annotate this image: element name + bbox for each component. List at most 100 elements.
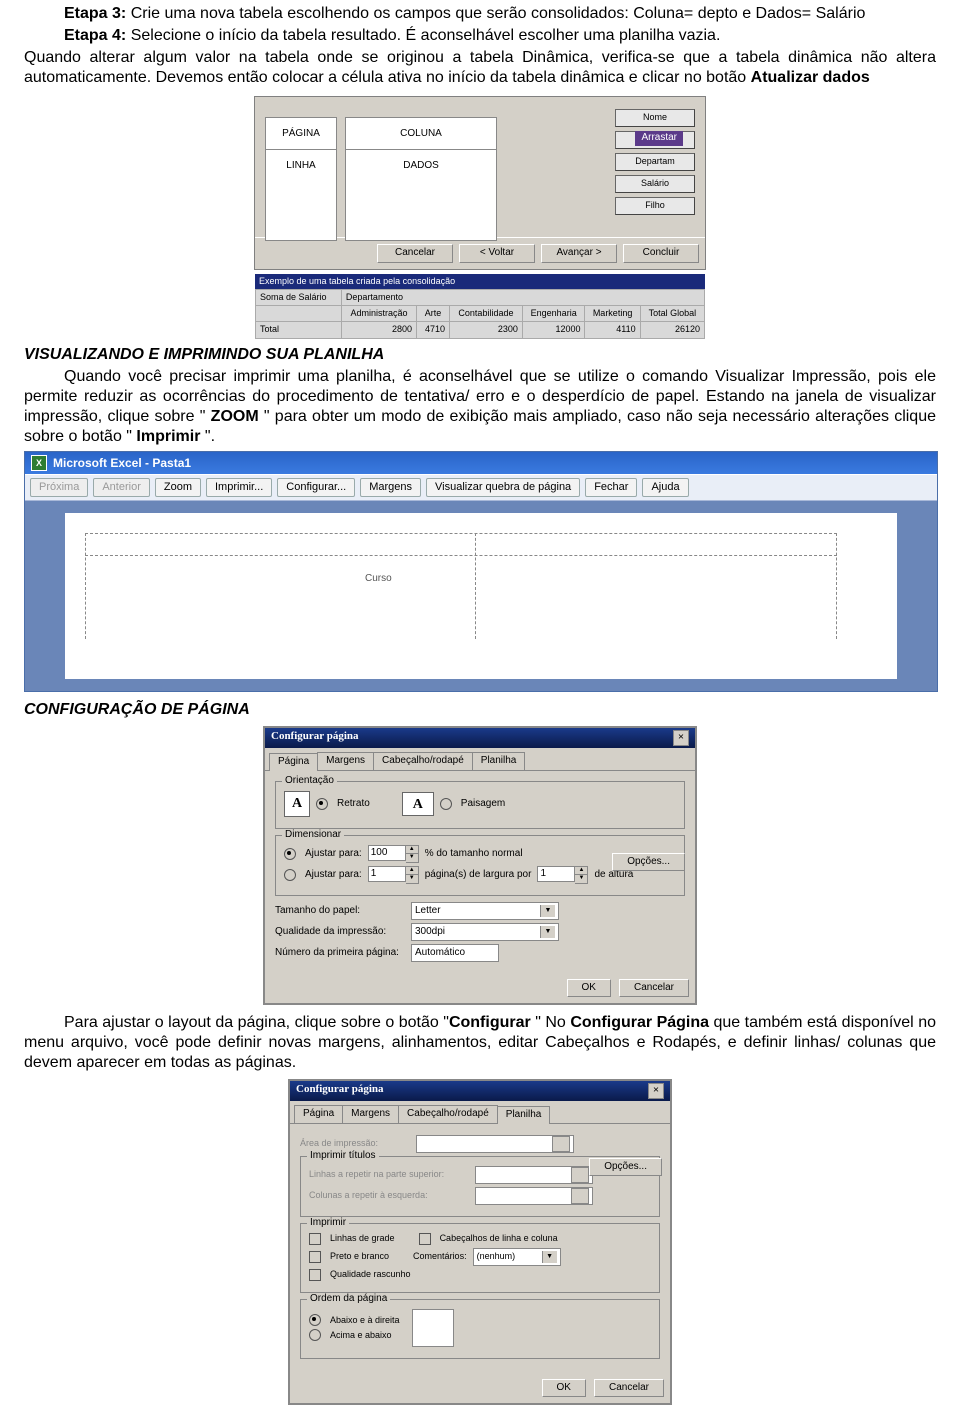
radio-retrato[interactable] (316, 798, 328, 810)
etapa4: Etapa 4: Selecione o início da tabela re… (24, 26, 936, 46)
page-order-icon (412, 1309, 454, 1347)
h-mkt: Marketing (585, 306, 640, 322)
h-admin: Administração (341, 306, 416, 322)
range-picker-icon-3[interactable] (571, 1188, 589, 1204)
rows-top-input[interactable] (475, 1166, 593, 1184)
h-eng: Engenharia (522, 306, 585, 322)
options-button[interactable]: Opções... (612, 853, 685, 872)
close-icon-2[interactable]: × (648, 1083, 664, 1099)
tab2-cabecalho[interactable]: Cabeçalho/rodapé (398, 1105, 498, 1123)
adjust-suffix: % do tamanho normal (425, 848, 523, 861)
curso-text: Curso (365, 573, 392, 586)
field-salario[interactable]: Salário (615, 175, 695, 193)
comments-select[interactable]: (nenhum)▼ (473, 1248, 561, 1266)
cfg-title: CONFIGURAÇÃO DE PÁGINA (24, 700, 936, 720)
landscape-icon: A (402, 792, 434, 816)
page-setup-dialog-2: Configurar página × Página Margens Cabeç… (288, 1079, 672, 1405)
area-input[interactable] (416, 1135, 574, 1153)
chk-grid[interactable] (309, 1233, 321, 1245)
tab-pagina[interactable]: Página (269, 753, 318, 771)
vis-body: Quando você precisar imprimir uma planil… (24, 367, 936, 447)
zone-row[interactable]: LINHA (265, 149, 337, 241)
btn-proxima[interactable]: Próxima (30, 478, 88, 498)
range-picker-icon-2[interactable] (571, 1167, 589, 1183)
ok-button[interactable]: OK (567, 979, 611, 998)
row-label: Soma de Salário (256, 289, 342, 305)
comments-label: Comentários: (413, 1251, 467, 1262)
spinner-icon-2[interactable]: ▲▼ (406, 866, 419, 884)
quality-select[interactable]: 300dpi▼ (411, 923, 559, 941)
spinner-icon[interactable]: ▲▼ (406, 845, 419, 863)
quality-label: Qualidade da impressão: (275, 926, 405, 939)
radio-fit[interactable] (284, 869, 296, 881)
consolidation-example: Exemplo de uma tabela criada pela consol… (255, 274, 705, 339)
adjust-value[interactable] (368, 845, 406, 861)
tab-margens[interactable]: Margens (317, 752, 374, 770)
cols-left-input[interactable] (475, 1187, 593, 1205)
radio-adjust[interactable] (284, 848, 296, 860)
etapa3-rest: Crie uma nova tabela escolhendo os campo… (126, 5, 865, 22)
field-nome[interactable]: Nome (615, 109, 695, 127)
options-button-2[interactable]: Opções... (589, 1158, 662, 1177)
h-total: Total Global (640, 306, 704, 322)
btn-anterior[interactable]: Anterior (93, 478, 150, 498)
tab-planilha[interactable]: Planilha (472, 752, 526, 770)
v5: 26120 (640, 322, 704, 338)
excel-icon: X (31, 455, 47, 471)
cancel-button-2[interactable]: Cancelar (619, 979, 689, 998)
cfg-b-d: Configurar Página (570, 1014, 709, 1031)
v4: 4110 (585, 322, 640, 338)
cfg2-title: Configurar página (296, 1083, 384, 1099)
btn-zoom[interactable]: Zoom (155, 478, 201, 498)
btn-imprimir[interactable]: Imprimir... (206, 478, 272, 498)
btn-quebra[interactable]: Visualizar quebra de página (426, 478, 580, 498)
v2: 2300 (450, 322, 523, 338)
next-button[interactable]: Avançar > (541, 244, 617, 263)
tab2-pagina[interactable]: Página (294, 1105, 343, 1123)
fit-h[interactable] (537, 866, 575, 882)
cancel-button[interactable]: Cancelar (377, 244, 453, 263)
h-arte: Arte (417, 306, 450, 322)
cfg-b-c: " No (531, 1014, 571, 1031)
radio-paisagem[interactable] (440, 798, 452, 810)
range-picker-icon[interactable] (552, 1136, 570, 1152)
field-filho[interactable]: Filho (615, 197, 695, 215)
preview-area[interactable]: Curso (25, 501, 937, 691)
h-cont: Contabilidade (450, 306, 523, 322)
row-sub: Departamento (341, 289, 704, 305)
v3: 12000 (522, 322, 585, 338)
finish-button[interactable]: Concluir (623, 244, 699, 263)
tab2-margens[interactable]: Margens (342, 1105, 399, 1123)
scale-group: Dimensionar (282, 829, 344, 842)
preview-toolbar: Próxima Anterior Zoom Imprimir... Config… (25, 474, 937, 502)
back-button[interactable]: < Voltar (459, 244, 535, 263)
tab-cabecalho[interactable]: Cabeçalho/rodapé (373, 752, 473, 770)
v1: 4710 (417, 322, 450, 338)
order-down: Abaixo e à direita (330, 1315, 400, 1326)
chk-bw[interactable] (309, 1251, 321, 1263)
radio-down[interactable] (309, 1314, 321, 1326)
btn-ajuda[interactable]: Ajuda (642, 478, 688, 498)
tab2-planilha[interactable]: Planilha (497, 1106, 551, 1124)
btn-margens[interactable]: Margens (360, 478, 421, 498)
chevron-down-icon: ▼ (540, 905, 555, 917)
vis-b3: ". (200, 428, 215, 445)
paper-select[interactable]: Letter▼ (411, 902, 559, 920)
btn-configurar[interactable]: Configurar... (277, 478, 355, 498)
firstpg-input[interactable]: Automático (411, 944, 499, 962)
fit-w[interactable] (368, 866, 406, 882)
spinner-icon-3[interactable]: ▲▼ (575, 866, 588, 884)
close-icon[interactable]: × (673, 730, 689, 746)
field-departam[interactable]: Departam (615, 153, 695, 171)
body-p1: Quando alterar algum valor na tabela ond… (24, 48, 936, 88)
cancel-button-3[interactable]: Cancelar (594, 1379, 664, 1398)
zone-data[interactable]: DADOS (345, 149, 497, 241)
ok-button-2[interactable]: OK (542, 1379, 586, 1398)
chevron-down-icon-3: ▼ (542, 1251, 557, 1263)
btn-fechar[interactable]: Fechar (585, 478, 637, 498)
chk-rowcol[interactable] (419, 1233, 431, 1245)
print-titles-group: Imprimir títulos (307, 1150, 379, 1163)
radio-across[interactable] (309, 1329, 321, 1341)
chk-draft[interactable] (309, 1269, 321, 1281)
portrait-icon: A (284, 791, 310, 817)
